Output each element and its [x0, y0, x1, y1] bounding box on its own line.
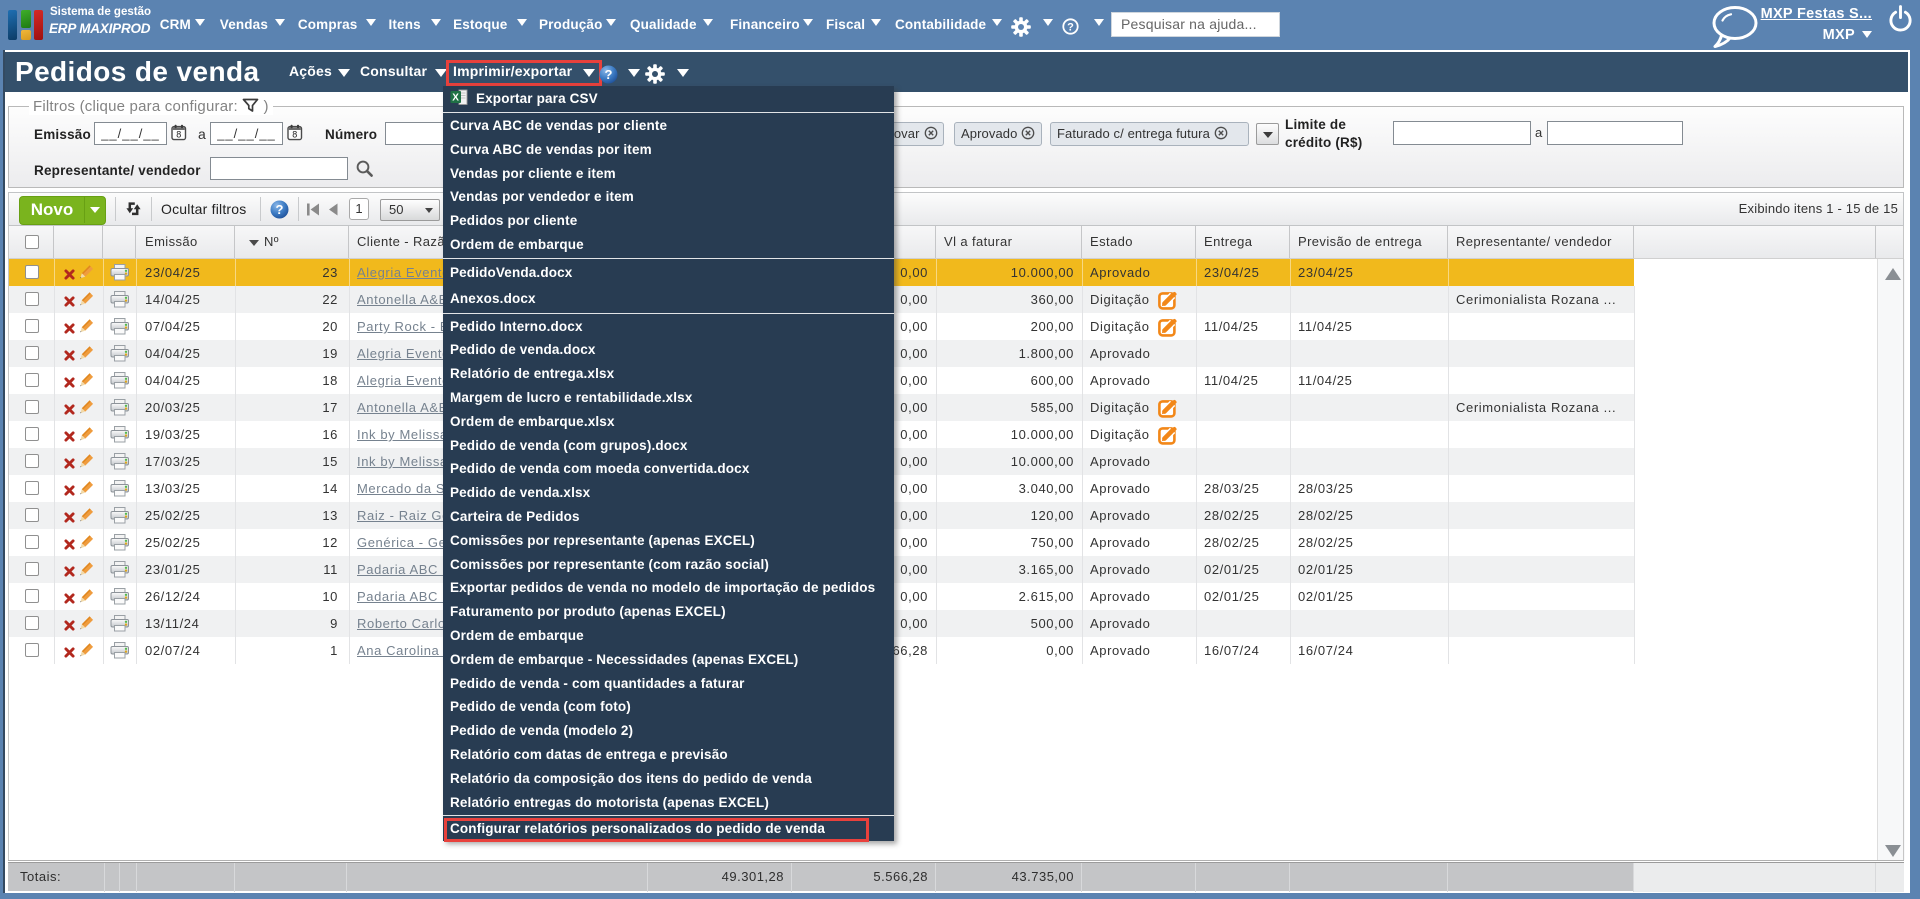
svg-text:8: 8 — [176, 130, 181, 140]
svg-text:8: 8 — [292, 130, 297, 140]
svg-text:?: ? — [604, 67, 612, 82]
svg-text:X: X — [452, 92, 459, 103]
svg-text:?: ? — [1067, 22, 1074, 34]
svg-text:?: ? — [276, 202, 284, 217]
